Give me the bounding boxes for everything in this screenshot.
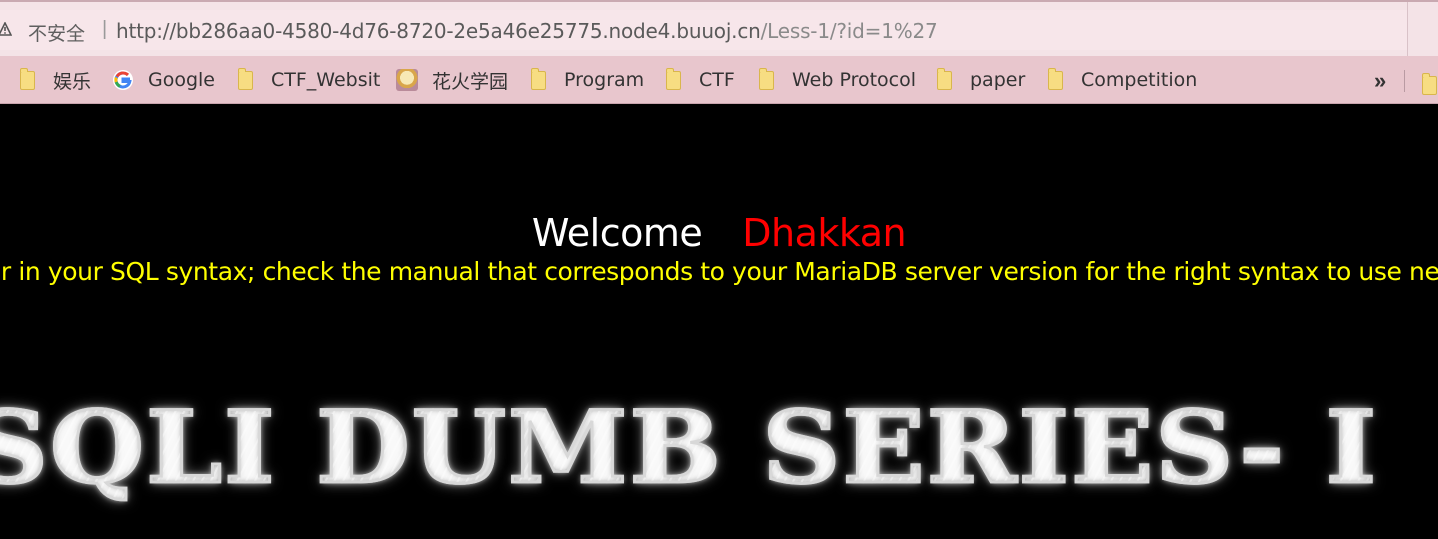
- user-name: Dhakkan: [742, 211, 907, 255]
- bookmark-label: Web Protocol: [792, 69, 917, 91]
- bookmark-huohuo-school[interactable]: 花火学园: [396, 66, 508, 94]
- bookmark-entertainment[interactable]: 娱乐: [20, 66, 91, 94]
- folder-icon: [531, 67, 546, 90]
- bookmark-competition[interactable]: Competition: [1048, 66, 1197, 94]
- folder-icon: [1048, 67, 1063, 90]
- banner-logo: SQLI DUMB SERIES- I: [0, 389, 1438, 510]
- folder-icon: [759, 67, 774, 90]
- separator: |: [102, 18, 108, 40]
- address-bar: 不安全 | http://bb286aa0-4580-4d76-8720-2e5…: [0, 0, 1438, 58]
- bookmark-label: Competition: [1081, 69, 1198, 91]
- sql-error-message: or in your SQL syntax; check the manual …: [0, 257, 1438, 286]
- banner-title: SQLI DUMB SERIES- I: [0, 389, 1378, 508]
- bookmark-label: Program: [564, 69, 645, 91]
- welcome-text: Welcome: [531, 211, 703, 255]
- folder-icon[interactable]: [1422, 73, 1437, 95]
- bookmark-label: 花火学园: [432, 70, 509, 93]
- page-content: Welcome Dhakkan or in your SQL syntax; ch…: [0, 105, 1438, 539]
- bookmark-label: 娱乐: [53, 70, 92, 93]
- bookmark-web-protocol[interactable]: Web Protocol: [759, 66, 916, 94]
- folder-icon: [666, 67, 681, 90]
- warning-icon[interactable]: [0, 22, 12, 36]
- bookmark-ctf[interactable]: CTF: [666, 66, 735, 94]
- url-text[interactable]: http://bb286aa0-4580-4d76-8720-2e5a46e25…: [116, 19, 938, 43]
- omnibox[interactable]: 不安全 | http://bb286aa0-4580-4d76-8720-2e5…: [0, 10, 1408, 50]
- divider: [1404, 70, 1405, 92]
- welcome-heading: Welcome Dhakkan: [0, 211, 1438, 255]
- bookmarks-overflow-chevron-icon[interactable]: »: [1374, 68, 1386, 94]
- site-favicon: [396, 69, 418, 91]
- folder-icon: [238, 67, 253, 90]
- bookmark-label: Google: [148, 69, 216, 91]
- bookmark-program[interactable]: Program: [531, 66, 644, 94]
- toolbar-edge: [1407, 2, 1438, 58]
- folder-icon: [20, 67, 35, 90]
- url-path: /Less-1/?id=1%27: [760, 19, 938, 43]
- bookmarks-bar: 娱乐 Google CTF_Websit 花火学园 Program CTF We…: [0, 56, 1438, 104]
- folder-icon: [937, 67, 952, 90]
- bookmark-ctf-websit[interactable]: CTF_Websit: [238, 66, 380, 94]
- bookmark-google[interactable]: Google: [112, 66, 215, 94]
- bookmark-label: paper: [970, 69, 1026, 91]
- security-status-label[interactable]: 不安全: [28, 19, 85, 46]
- google-icon: [113, 70, 133, 90]
- url-host: http://bb286aa0-4580-4d76-8720-2e5a46e25…: [116, 19, 761, 43]
- bookmark-label: CTF: [699, 69, 735, 91]
- bookmark-label: CTF_Websit: [271, 69, 381, 91]
- bookmark-paper[interactable]: paper: [937, 66, 1025, 94]
